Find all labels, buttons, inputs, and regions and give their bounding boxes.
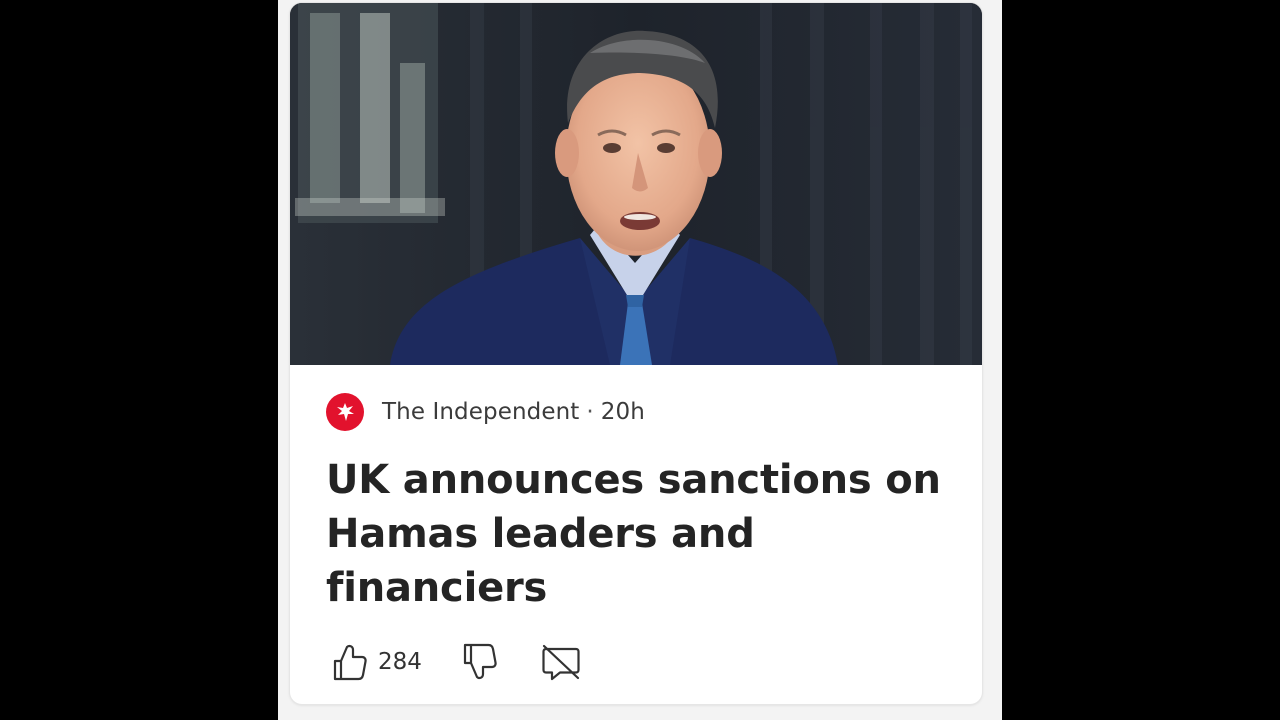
- thumbs-down-icon: [460, 642, 498, 682]
- source-name[interactable]: The Independent: [382, 399, 579, 425]
- dislike-button[interactable]: [460, 642, 498, 682]
- like-button[interactable]: 284: [330, 642, 422, 682]
- meta-separator: ·: [586, 399, 594, 425]
- article-age: 20h: [600, 399, 645, 425]
- comments-button[interactable]: [540, 642, 582, 682]
- article-image[interactable]: [290, 3, 982, 365]
- feed-column: The Independent · 20h UK announces sanct…: [278, 0, 1002, 720]
- article-headline[interactable]: UK announces sanctions on Hamas leaders …: [326, 453, 966, 615]
- news-card[interactable]: The Independent · 20h UK announces sanct…: [290, 3, 982, 704]
- like-count: 284: [378, 649, 422, 675]
- card-actions: 284: [330, 639, 582, 685]
- article-meta: The Independent · 20h: [326, 393, 645, 431]
- comments-off-icon: [540, 642, 582, 682]
- thumbs-up-icon: [330, 642, 368, 682]
- independent-eagle-icon[interactable]: [326, 393, 364, 431]
